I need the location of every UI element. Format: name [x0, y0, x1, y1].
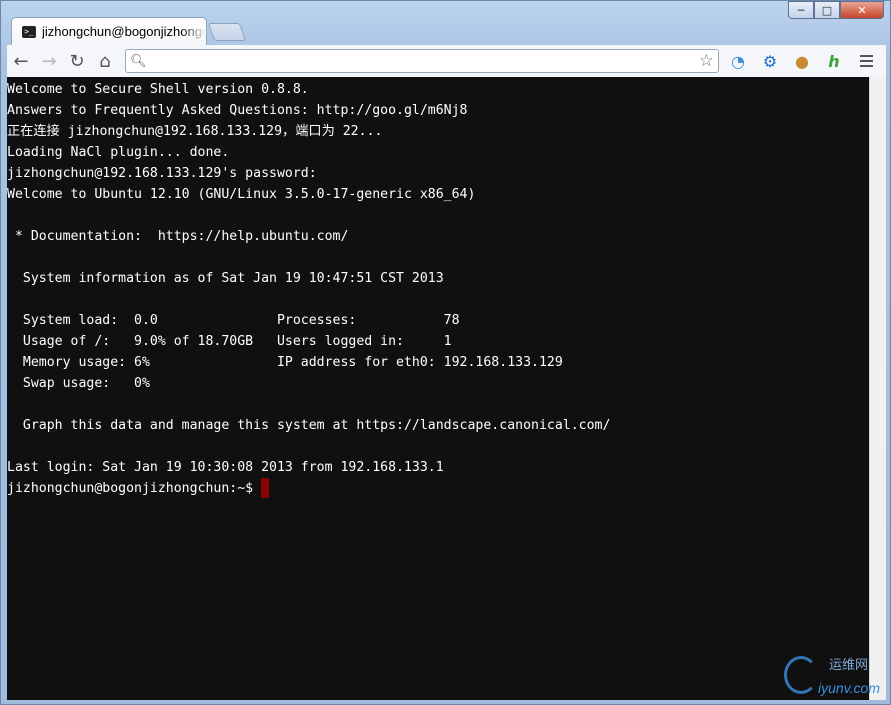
- watermark-cn: 运维网: [828, 658, 868, 673]
- terminal-output[interactable]: Welcome to Secure Shell version 0.8.8. An…: [7, 77, 869, 700]
- terminal-line: Last login: Sat Jan 19 10:30:08 2013 fro…: [7, 460, 444, 475]
- reload-button[interactable]: ↻: [63, 48, 91, 74]
- browser-toolbar: ← → ↻ ⌂ 🔍︎ ☆ ◔ ⚙ ● h: [7, 45, 886, 77]
- home-button[interactable]: ⌂: [91, 48, 119, 74]
- back-button[interactable]: ←: [7, 48, 35, 74]
- terminal-prompt-line: jizhongchun@bogonjizhongchun:~$: [7, 478, 869, 499]
- secure-shell-icon[interactable]: ◔: [725, 48, 751, 74]
- terminal-line: Swap usage: 0%: [7, 376, 150, 391]
- terminal-line: System information as of Sat Jan 19 10:4…: [7, 271, 444, 286]
- terminal-icon: >_: [22, 25, 36, 38]
- tab-title: jizhongchun@bogonjizhongchun:~: [42, 24, 206, 39]
- address-input[interactable]: [146, 51, 699, 71]
- forward-button[interactable]: →: [35, 48, 63, 74]
- title-bar: >_ jizhongchun@bogonjizhongchun:~ ─ □ ✕: [1, 1, 890, 45]
- browser-window: >_ jizhongchun@bogonjizhongchun:~ ─ □ ✕ …: [0, 0, 891, 705]
- menu-icon[interactable]: [853, 48, 879, 74]
- swirl-icon: [784, 656, 818, 694]
- terminal-line: Loading NaCl plugin... done.: [7, 145, 230, 160]
- terminal-line: Welcome to Ubuntu 12.10 (GNU/Linux 3.5.0…: [7, 187, 476, 202]
- terminal-line: * Documentation: https://help.ubuntu.com…: [7, 229, 349, 244]
- cookie-icon[interactable]: ●: [789, 48, 815, 74]
- terminal-line: Answers to Frequently Asked Questions: h…: [7, 103, 468, 118]
- h-extension-icon[interactable]: h: [821, 48, 847, 74]
- terminal-line: Usage of /: 9.0% of 18.70GB Users logged…: [7, 334, 452, 349]
- shell-prompt: jizhongchun@bogonjizhongchun:~$: [7, 481, 262, 496]
- settings-gear-icon[interactable]: ⚙: [757, 48, 783, 74]
- bookmark-star-icon[interactable]: ☆: [699, 51, 714, 71]
- text-cursor: [261, 478, 270, 498]
- close-button[interactable]: ✕: [840, 1, 884, 19]
- watermark-en: iyunv.com: [818, 680, 880, 696]
- window-controls: ─ □ ✕: [788, 1, 884, 19]
- omnibox[interactable]: 🔍︎ ☆: [125, 49, 719, 73]
- minimize-button[interactable]: ─: [788, 1, 814, 19]
- terminal-line: Graph this data and manage this system a…: [7, 418, 611, 433]
- watermark-logo: 运维网 iyunv.com: [782, 652, 882, 698]
- maximize-button[interactable]: □: [814, 1, 840, 19]
- terminal-line: jizhongchun@192.168.133.129's password:: [7, 166, 317, 181]
- terminal-line: Memory usage: 6% IP address for eth0: 19…: [7, 355, 563, 370]
- terminal-line: System load: 0.0 Processes: 78: [7, 313, 460, 328]
- search-icon: 🔍︎: [130, 53, 147, 69]
- tab-terminal[interactable]: >_ jizhongchun@bogonjizhongchun:~: [11, 17, 207, 45]
- scrollbar[interactable]: [869, 77, 886, 700]
- terminal-line: 正在连接 jizhongchun@192.168.133.129，端口为 22.…: [7, 124, 383, 139]
- terminal-line: Welcome to Secure Shell version 0.8.8.: [7, 82, 309, 97]
- new-tab-button[interactable]: [207, 23, 247, 41]
